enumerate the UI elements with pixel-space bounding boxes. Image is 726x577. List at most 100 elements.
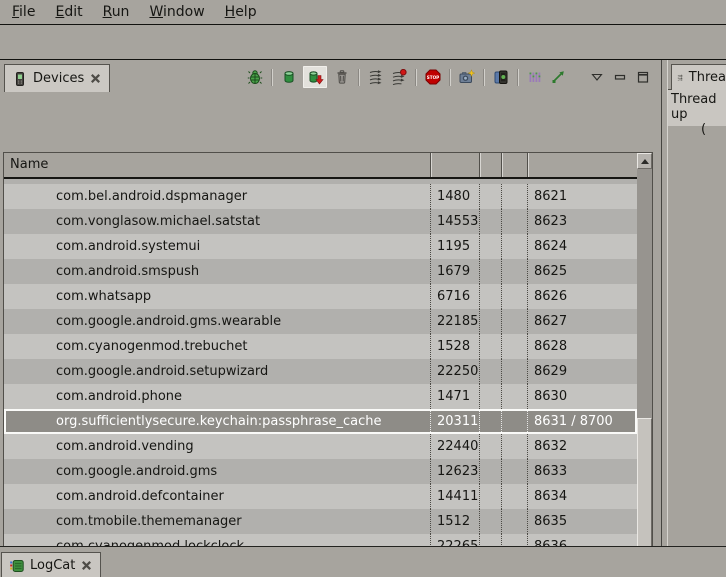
cell-c3: [479, 484, 501, 509]
cell-pid: 1512: [430, 509, 479, 534]
cell-port: 8623: [527, 209, 637, 234]
menu-help[interactable]: Help: [215, 2, 267, 22]
menubar-divider: [0, 24, 726, 25]
devices-toolbar: STOP: [246, 66, 651, 88]
toolbar-separator: [271, 69, 272, 86]
menu-run[interactable]: Run: [93, 2, 140, 22]
cell-c3: [479, 434, 501, 459]
device-row[interactable]: com.android.phone14718630: [4, 384, 637, 409]
cell-name: com.cyanogenmod.trebuchet: [4, 334, 430, 359]
tab-threads[interactable]: Threads: [671, 64, 726, 90]
cell-name: com.android.vending: [4, 434, 430, 459]
update-heap-icon[interactable]: [280, 69, 297, 86]
device-row[interactable]: com.tmobile.thememanager1512 8635: [4, 509, 637, 534]
cell-c3: [479, 384, 501, 409]
menu-edit[interactable]: Edit: [45, 2, 92, 22]
vertical-scrollbar-thumb[interactable]: [637, 418, 652, 566]
tab-logcat[interactable]: LogCat: [1, 552, 101, 577]
screen-capture-icon[interactable]: [458, 69, 475, 86]
cell-c3: [479, 209, 501, 234]
cell-c3: [479, 184, 501, 209]
device-row[interactable]: com.google.android.gms.wearable221858627: [4, 309, 637, 334]
dump-hprof-icon[interactable]: [303, 66, 327, 88]
up-arrow-icon: [641, 159, 649, 164]
device-row[interactable]: com.vonglasow.michael.satstat145538623: [4, 209, 637, 234]
menu-bar: File Edit Run Window Help: [0, 0, 726, 24]
close-icon[interactable]: [89, 72, 102, 85]
toolbar-separator: [358, 69, 359, 86]
vertical-scrollbar[interactable]: [637, 153, 652, 577]
start-method-profiling-icon[interactable]: [390, 69, 407, 86]
cell-c3: [479, 284, 501, 309]
device-row[interactable]: com.whatsapp67168626: [4, 284, 637, 309]
cell-port: 8635: [527, 509, 637, 534]
tab-devices[interactable]: Devices: [4, 64, 110, 92]
cell-name: com.android.smspush: [4, 259, 430, 284]
cell-name: org.sufficientlysecure.keychain:passphra…: [4, 409, 430, 434]
device-table: Name com.bel.android.dspmanager14808621c…: [3, 152, 653, 577]
device-row[interactable]: com.android.defcontainer144118634: [4, 484, 637, 509]
cell-name: com.android.defcontainer: [4, 484, 430, 509]
cell-port: 8630: [527, 384, 637, 409]
device-row[interactable]: com.google.android.setupwizard222508629: [4, 359, 637, 384]
cell-name: com.google.android.gms.wearable: [4, 309, 430, 334]
start-opengl-trace-icon[interactable]: [549, 69, 566, 86]
cell-pid: 1679: [430, 259, 479, 284]
stop-process-icon[interactable]: STOP: [424, 69, 441, 86]
device-row[interactable]: com.android.smspush1679 8625: [4, 259, 637, 284]
device-row-selected[interactable]: org.sufficientlysecure.keychain:passphra…: [4, 409, 637, 434]
cell-port: 8631 / 8700: [527, 409, 637, 434]
devices-tabstrip: Devices: [0, 60, 661, 92]
cause-gc-icon[interactable]: [333, 69, 350, 86]
device-row[interactable]: com.android.systemui11958624: [4, 234, 637, 259]
device-row[interactable]: com.bel.android.dspmanager14808621: [4, 184, 637, 209]
tab-devices-label: Devices: [33, 71, 84, 86]
device-row[interactable]: com.android.vending224408632: [4, 434, 637, 459]
cell-c3: [479, 409, 501, 434]
cell-port: 8625: [527, 259, 637, 284]
cell-c4: [501, 509, 527, 534]
column-resize-handle[interactable]: [501, 153, 502, 177]
view-menu-icon[interactable]: [588, 69, 605, 86]
capture-systrace-icon[interactable]: [526, 69, 543, 86]
device-row[interactable]: com.cyanogenmod.trebuchet15288628: [4, 334, 637, 359]
update-threads-icon[interactable]: [367, 69, 384, 86]
cell-c4: [501, 184, 527, 209]
scroll-up-button[interactable]: [637, 153, 652, 169]
debug-attach-icon[interactable]: [246, 69, 263, 86]
menu-window[interactable]: Window: [139, 2, 214, 22]
close-icon[interactable]: [80, 559, 93, 572]
device-table-body: com.bel.android.dspmanager14808621com.vo…: [4, 179, 637, 577]
tab-threads-label: Threads: [689, 70, 726, 85]
cell-c4: [501, 384, 527, 409]
cell-c4: [501, 359, 527, 384]
cell-c4: [501, 284, 527, 309]
column-resize-handle[interactable]: [479, 153, 480, 177]
minimize-icon[interactable]: [611, 69, 628, 86]
column-resize-handle[interactable]: [527, 153, 528, 177]
cell-port: 8628: [527, 334, 637, 359]
cell-port: 8626: [527, 284, 637, 309]
table-header-row: Name: [4, 153, 637, 179]
cell-name: com.google.android.gms: [4, 459, 430, 484]
cell-pid: 6716: [430, 284, 479, 309]
column-resize-handle[interactable]: [430, 153, 431, 177]
cell-pid: 1471: [430, 384, 479, 409]
cell-port: 8621: [527, 184, 637, 209]
cell-c4: [501, 484, 527, 509]
cell-name: com.tmobile.thememanager: [4, 509, 430, 534]
logcat-icon: [9, 558, 25, 574]
stop-label: STOP: [426, 75, 439, 80]
cell-pid: 22440: [430, 434, 479, 459]
cell-pid: 20311: [430, 409, 479, 434]
threads-view: Threads Thread up (: [667, 60, 726, 546]
maximize-icon[interactable]: [634, 69, 651, 86]
ui-automator-viewer-icon[interactable]: [492, 69, 509, 86]
ddms-window: File Edit Run Window Help Devices: [0, 0, 726, 577]
menu-file[interactable]: File: [2, 2, 45, 22]
cell-port: 8627: [527, 309, 637, 334]
cell-pid: 14411: [430, 484, 479, 509]
column-header-name[interactable]: Name: [10, 157, 48, 172]
device-row[interactable]: com.google.android.gms126238633: [4, 459, 637, 484]
threads-tabstrip: Threads: [668, 60, 726, 90]
